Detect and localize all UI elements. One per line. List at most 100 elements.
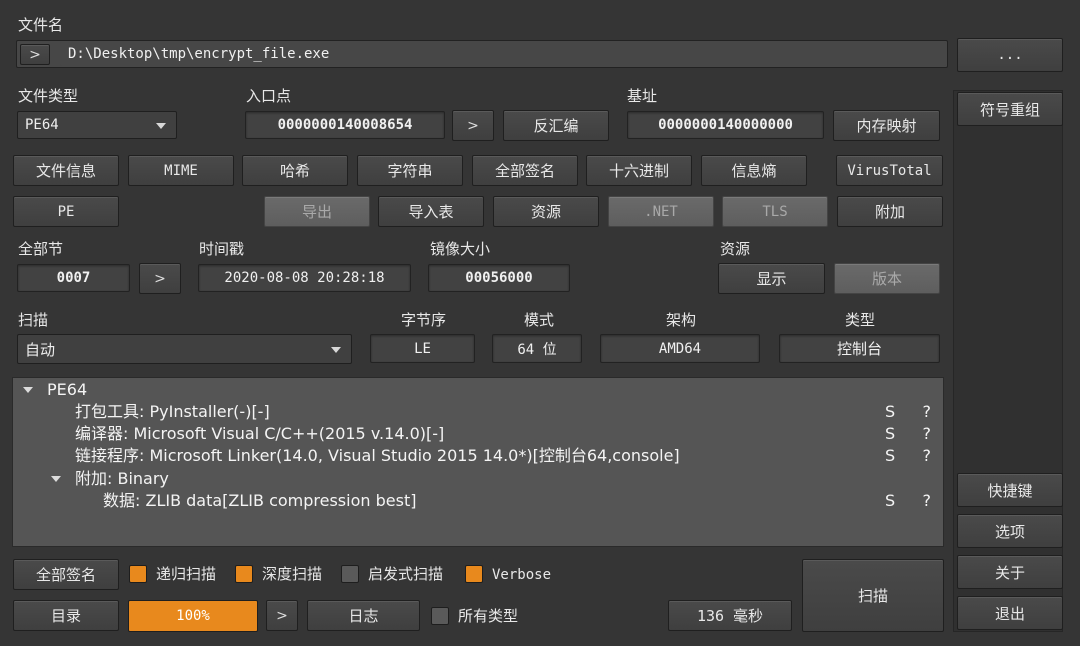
tree-node-text: 数据: ZLIB data[ZLIB compression best] bbox=[103, 491, 417, 510]
log-button[interactable]: 日志 bbox=[307, 600, 420, 631]
filetype-label: 文件类型 bbox=[18, 87, 79, 105]
tree-row[interactable]: 链接程序: Microsoft Linker(14.0, Visual Stud… bbox=[13, 445, 943, 467]
tls-button[interactable]: TLS bbox=[722, 196, 828, 227]
export-button[interactable]: 导出 bbox=[264, 196, 370, 227]
chevron-down-icon bbox=[331, 347, 341, 353]
sections-label: 全部节 bbox=[18, 240, 64, 258]
resources-version-button[interactable]: 版本 bbox=[834, 263, 940, 294]
type-label: 类型 bbox=[845, 311, 876, 329]
expand-icon bbox=[23, 387, 33, 393]
chevron-down-icon bbox=[156, 123, 166, 129]
signature-link[interactable]: S bbox=[885, 423, 895, 445]
progress-bar: 100% bbox=[128, 600, 258, 632]
strings-button[interactable]: 字符串 bbox=[357, 155, 463, 186]
resources-show-button[interactable]: 显示 bbox=[718, 263, 825, 294]
tree-node-text: 链接程序: Microsoft Linker(14.0, Visual Stud… bbox=[75, 446, 680, 465]
side-panel bbox=[953, 90, 1063, 632]
chevron-right-icon: > bbox=[29, 46, 41, 63]
info-link[interactable]: ? bbox=[923, 490, 932, 512]
filetype-value: PE64 bbox=[25, 117, 59, 133]
tree-node-overlay[interactable]: 附加: Binary bbox=[13, 468, 943, 490]
base-label: 基址 bbox=[627, 87, 658, 105]
chevron-right-icon: > bbox=[276, 607, 288, 624]
exit-button[interactable]: 退出 bbox=[957, 596, 1063, 630]
tree-node-text: 编译器: Microsoft Visual C/C++(2015 v.14.0)… bbox=[75, 424, 445, 443]
signature-link[interactable]: S bbox=[885, 445, 895, 467]
symbol-demangle-button[interactable]: 符号重组 bbox=[957, 92, 1063, 126]
dotnet-button[interactable]: .NET bbox=[608, 196, 714, 227]
tree-node-text: 附加: Binary bbox=[75, 469, 169, 488]
filetype-select[interactable]: PE64 bbox=[17, 111, 177, 139]
tree-node-text: PE64 bbox=[47, 380, 88, 399]
signature-link[interactable]: S bbox=[885, 490, 895, 512]
heuristic-scan-label: 启发式扫描 bbox=[368, 565, 444, 583]
about-button[interactable]: 关于 bbox=[957, 555, 1063, 589]
browse-button[interactable]: ... bbox=[957, 38, 1063, 72]
filename-path-field[interactable]: D:\Desktop\tmp\encrypt_file.exe bbox=[60, 42, 946, 66]
mode-field[interactable]: 64 位 bbox=[492, 334, 582, 363]
base-field[interactable]: 0000000140000000 bbox=[627, 111, 824, 139]
all-signatures-button[interactable]: 全部签名 bbox=[472, 155, 578, 186]
mode-label: 模式 bbox=[524, 311, 555, 329]
verbose-label: Verbose bbox=[492, 567, 552, 583]
filename-label: 文件名 bbox=[18, 16, 64, 34]
heuristic-scan-checkbox[interactable] bbox=[341, 565, 359, 583]
info-link[interactable]: ? bbox=[923, 423, 932, 445]
tree-row[interactable]: 数据: ZLIB data[ZLIB compression best] S? bbox=[13, 490, 943, 512]
signature-link[interactable]: S bbox=[885, 401, 895, 423]
imagesize-label: 镜像大小 bbox=[430, 240, 491, 258]
tree-node-pe64[interactable]: PE64 bbox=[13, 379, 943, 401]
endian-field[interactable]: LE bbox=[370, 334, 475, 363]
hash-button[interactable]: 哈希 bbox=[242, 155, 348, 186]
memory-map-button[interactable]: 内存映射 bbox=[833, 110, 940, 141]
tree-row[interactable]: 编译器: Microsoft Visual C/C++(2015 v.14.0)… bbox=[13, 423, 943, 445]
disassemble-button[interactable]: 反汇编 bbox=[503, 110, 609, 141]
recursive-scan-checkbox[interactable] bbox=[129, 565, 147, 583]
arch-field[interactable]: AMD64 bbox=[600, 334, 760, 363]
timestamp-label: 时间戳 bbox=[199, 240, 245, 258]
progress-go-button[interactable]: > bbox=[266, 600, 298, 631]
hex-button[interactable]: 十六进制 bbox=[586, 155, 692, 186]
virustotal-button[interactable]: VirusTotal bbox=[836, 155, 943, 186]
elapsed-time: 136 毫秒 bbox=[668, 600, 792, 631]
resource-button[interactable]: 资源 bbox=[493, 196, 599, 227]
scan-mode-value: 自动 bbox=[25, 340, 56, 359]
all-signatures-bottom-button[interactable]: 全部签名 bbox=[13, 559, 119, 590]
sections-go-button[interactable]: > bbox=[139, 263, 181, 294]
type-field[interactable]: 控制台 bbox=[779, 334, 940, 363]
pe-button[interactable]: PE bbox=[13, 196, 119, 227]
scan-label: 扫描 bbox=[18, 311, 49, 329]
import-button[interactable]: 导入表 bbox=[378, 196, 484, 227]
expand-icon bbox=[51, 476, 61, 482]
info-link[interactable]: ? bbox=[923, 445, 932, 467]
endian-label: 字节序 bbox=[401, 311, 447, 329]
scan-button[interactable]: 扫描 bbox=[802, 559, 944, 632]
timestamp-field[interactable]: 2020-08-08 20:28:18 bbox=[198, 264, 411, 292]
directory-button[interactable]: 目录 bbox=[13, 600, 119, 631]
entry-label: 入口点 bbox=[246, 87, 292, 105]
verbose-checkbox[interactable] bbox=[465, 565, 483, 583]
imagesize-field[interactable]: 00056000 bbox=[428, 264, 570, 292]
scan-results-tree[interactable]: PE64 打包工具: PyInstaller(-)[-] S? 编译器: Mic… bbox=[12, 377, 944, 547]
entry-field[interactable]: 0000000140008654 bbox=[245, 111, 445, 139]
file-info-button[interactable]: 文件信息 bbox=[13, 155, 119, 186]
overlay-button[interactable]: 附加 bbox=[837, 196, 943, 227]
tree-node-text: 打包工具: PyInstaller(-)[-] bbox=[75, 402, 270, 421]
entropy-button[interactable]: 信息熵 bbox=[701, 155, 807, 186]
chevron-right-icon: > bbox=[467, 117, 479, 134]
scan-mode-select[interactable]: 自动 bbox=[17, 334, 352, 364]
entry-go-button[interactable]: > bbox=[452, 110, 494, 141]
filename-go-button[interactable]: > bbox=[20, 44, 50, 65]
chevron-right-icon: > bbox=[154, 270, 166, 287]
all-types-checkbox[interactable] bbox=[431, 607, 449, 625]
tree-row[interactable]: 打包工具: PyInstaller(-)[-] S? bbox=[13, 401, 943, 423]
mime-button[interactable]: MIME bbox=[128, 155, 234, 186]
shortcuts-button[interactable]: 快捷键 bbox=[957, 473, 1063, 507]
options-button[interactable]: 选项 bbox=[957, 514, 1063, 548]
deep-scan-label: 深度扫描 bbox=[262, 565, 323, 583]
info-link[interactable]: ? bbox=[923, 401, 932, 423]
deep-scan-checkbox[interactable] bbox=[235, 565, 253, 583]
arch-label: 架构 bbox=[666, 311, 697, 329]
sections-field[interactable]: 0007 bbox=[17, 264, 130, 292]
resources-label: 资源 bbox=[720, 240, 751, 258]
